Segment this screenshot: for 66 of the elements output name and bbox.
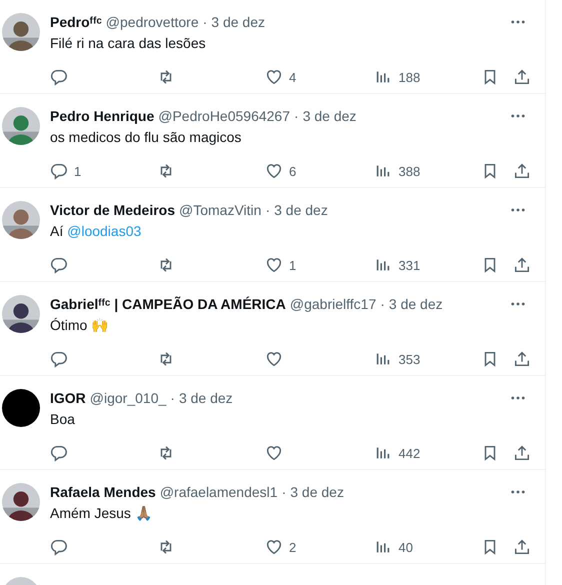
more-icon[interactable] xyxy=(511,208,525,212)
reply-icon[interactable] xyxy=(50,538,68,556)
avatar xyxy=(2,389,40,427)
reply-icon[interactable] xyxy=(50,162,68,180)
reply-text: Ótimo 🙌 xyxy=(50,317,110,333)
heart-icon[interactable] xyxy=(265,538,283,556)
like-count: 2 xyxy=(289,540,296,554)
heart-icon[interactable] xyxy=(265,68,283,86)
share-icon[interactable] xyxy=(513,68,531,86)
post-time[interactable]: 3 de dez xyxy=(274,202,328,218)
post-time[interactable]: 3 de dez xyxy=(290,484,344,500)
user-handle[interactable]: @PedroHe05964267 xyxy=(158,108,290,124)
reply-count: 1 xyxy=(74,164,82,178)
reply-text: Aí @loodias03 xyxy=(50,223,142,239)
view-count: 353 xyxy=(398,352,420,366)
share-icon[interactable] xyxy=(513,162,531,180)
user-name[interactable]: IGOR xyxy=(50,390,86,406)
view-count: 331 xyxy=(398,258,420,272)
more-icon[interactable] xyxy=(511,302,525,306)
share-icon[interactable] xyxy=(513,444,531,462)
more-icon[interactable] xyxy=(511,490,525,494)
share-icon[interactable] xyxy=(513,538,531,556)
heart-icon[interactable] xyxy=(265,256,283,274)
reply-icon[interactable] xyxy=(50,444,68,462)
more-icon[interactable] xyxy=(511,20,525,24)
post-time[interactable]: 3 de dez xyxy=(302,108,356,124)
like-count: 1 xyxy=(289,258,296,272)
separator-dot: · xyxy=(282,484,286,500)
user-name[interactable]: Pedro Henrique xyxy=(50,108,154,124)
separator-dot: · xyxy=(170,390,175,406)
view-count: 388 xyxy=(398,164,420,178)
reply-text: Boa xyxy=(50,411,76,427)
user-handle[interactable]: @gabrielffc17 xyxy=(290,296,376,312)
post-time[interactable]: 3 de dez xyxy=(211,14,265,30)
share-icon[interactable] xyxy=(513,350,531,368)
more-icon[interactable] xyxy=(511,396,525,400)
share-icon[interactable] xyxy=(513,256,531,274)
user-name[interactable]: Rafaela Mendes xyxy=(50,484,156,500)
heart-icon[interactable] xyxy=(265,350,283,368)
user-handle[interactable]: @TomazVitin xyxy=(179,202,262,218)
post-time[interactable]: 3 de dez xyxy=(388,296,443,312)
heart-icon[interactable] xyxy=(265,162,283,180)
separator-dot: · xyxy=(380,296,385,312)
reply-text: os medicos do flu são magicos xyxy=(50,129,242,145)
separator-dot: · xyxy=(265,202,270,218)
reply-text: Filé ri na cara das lesões xyxy=(50,35,207,51)
user-handle[interactable]: @rafaelamendesl1 xyxy=(160,484,278,500)
view-count: 40 xyxy=(398,540,413,554)
heart-icon[interactable] xyxy=(265,444,283,462)
reply-text: Amém Jesus 🙏🏽 xyxy=(50,505,153,521)
user-name[interactable]: Gabrielᶠᶠᶜ | CAMPEÃO DA AMÉRICA xyxy=(50,296,286,312)
separator-dot: · xyxy=(202,14,208,30)
user-name[interactable]: Victor de Medeiros xyxy=(50,202,176,218)
reply-icon[interactable] xyxy=(50,256,68,274)
view-count: 442 xyxy=(398,446,420,460)
view-count: 188 xyxy=(398,70,420,84)
reply-icon[interactable] xyxy=(50,68,68,86)
reply-icon[interactable] xyxy=(50,350,68,368)
post-time[interactable]: 3 de dez xyxy=(178,390,233,406)
separator-dot: · xyxy=(294,108,299,124)
like-count: 6 xyxy=(289,164,296,178)
like-count: 4 xyxy=(289,70,296,84)
user-name[interactable]: Pedroᶠᶠᶜ xyxy=(50,14,102,30)
user-handle[interactable]: @pedrovettore xyxy=(106,14,199,30)
user-handle[interactable]: @igor_010_ xyxy=(90,390,166,406)
more-icon[interactable] xyxy=(511,114,525,118)
